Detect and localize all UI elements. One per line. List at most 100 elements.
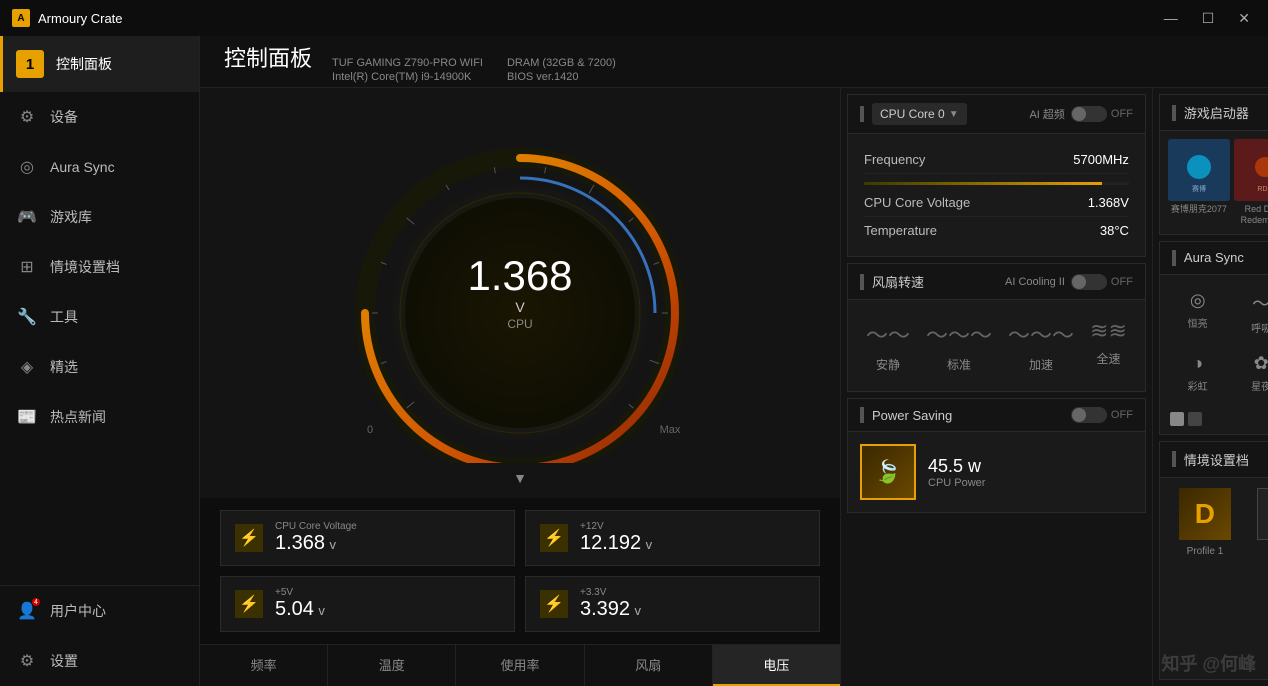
stat-name-3: +3.3V	[580, 587, 805, 598]
tools-icon: 🔧	[16, 306, 38, 328]
fan-toggle[interactable]: OFF	[1071, 274, 1133, 290]
fan-section: 风扇转速 AI Cooling II OFF	[847, 263, 1146, 392]
scroll-down-arrow[interactable]: ▼	[509, 466, 531, 490]
aura-breathing-label: 呼吸	[1251, 320, 1268, 335]
metric-freq-name: Frequency	[864, 152, 925, 167]
profile-add-card[interactable]: +	[1248, 488, 1268, 557]
user-icon: 👤 4	[16, 600, 38, 622]
page-title-area: 控制面板 TUF GAMING Z790-PRO WIFI Intel(R) C…	[224, 41, 616, 83]
aura-section: Aura Sync ◎ 恒亮 〜 呼吸 ◈	[1159, 241, 1268, 435]
sidebar-label-aura: Aura Sync	[50, 159, 115, 175]
inner-content: 0 Max 1.368 V CPU ▼	[200, 88, 1268, 686]
sidebar-item-tools[interactable]: 🔧 工具	[0, 292, 199, 342]
tab-freq[interactable]: 频率	[200, 645, 328, 686]
stats-grid: ⚡ CPU Core Voltage 1.368 v ⚡	[220, 510, 820, 632]
aura-static-icon: ◎	[1190, 290, 1206, 311]
sidebar-item-settings[interactable]: ⚙ 设置	[0, 636, 199, 686]
minimize-button[interactable]: —	[1158, 8, 1184, 29]
tab-fan[interactable]: 风扇	[585, 645, 713, 686]
profile-label-0: Profile 1	[1187, 546, 1224, 557]
stat-value-row-2: 5.04 v	[275, 598, 500, 621]
gauge-center: 1.368 V CPU	[467, 255, 572, 331]
game-card-1[interactable]: RDR Red Dead Redemption	[1234, 139, 1268, 226]
cpu-toggle-track[interactable]	[1071, 106, 1107, 122]
stat-name-2: +5V	[275, 587, 500, 598]
tab-usage[interactable]: 使用率	[456, 645, 584, 686]
sidebar-item-games[interactable]: 🎮 游戏库	[0, 192, 199, 242]
cpu-toggle-knob	[1072, 107, 1086, 121]
profile-icon-0[interactable]: D	[1179, 488, 1231, 540]
stat-lightning-1: ⚡	[540, 524, 568, 552]
device-col-2: DRAM (32GB & 7200) BIOS ver.1420	[507, 57, 616, 83]
aura-marker	[1172, 250, 1176, 266]
profile-add-button[interactable]: +	[1257, 488, 1268, 540]
gauge-container: 0 Max 1.368 V CPU	[330, 123, 710, 463]
sidebar-item-aura[interactable]: ◎ Aura Sync	[0, 142, 199, 192]
profile-title: 情境设置档	[1184, 450, 1249, 469]
stat-val-0: 1.368	[275, 532, 325, 554]
aura-mode-static[interactable]: ◎ 恒亮	[1168, 283, 1228, 342]
metric-freq-val: 5700MHz	[1073, 152, 1129, 167]
tab-voltage[interactable]: 电压	[713, 645, 840, 686]
sidebar-item-dashboard[interactable]: 1 控制面板	[0, 36, 199, 92]
device-col-1: TUF GAMING Z790-PRO WIFI Intel(R) Core(T…	[332, 57, 483, 83]
game-card-0[interactable]: 赛博 赛博朋克2077	[1168, 139, 1230, 226]
fan-mode-turbo[interactable]: 〜〜〜 加速	[1000, 310, 1082, 381]
sidebar-label-tools: 工具	[50, 307, 78, 327]
fan-toggle-track[interactable]	[1071, 274, 1107, 290]
titlebar-controls: — ☐ ✕	[1158, 8, 1256, 29]
profile-card-0[interactable]: D Profile 1	[1170, 488, 1240, 557]
cpu-dropdown[interactable]: CPU Core 0 ▼	[872, 103, 967, 125]
stat-value-row-0: 1.368 v	[275, 532, 500, 555]
cpu-toggle[interactable]: OFF	[1071, 106, 1133, 122]
fan-modes: 〜〜 安静 〜〜〜 标准 〜〜〜 加速 ≋≋ 全	[848, 300, 1145, 391]
close-button[interactable]: ✕	[1232, 8, 1256, 29]
fan-quiet-icon: 〜〜	[866, 318, 910, 350]
game-name-0: 赛博朋克2077	[1168, 204, 1230, 215]
stat-val-3: 3.392	[580, 598, 630, 620]
sidebar: 1 控制面板 ⚙ 设备 ◎ Aura Sync 🎮 游戏库 ⊞ 情境设置档 🔧 …	[0, 36, 200, 686]
sidebar-item-profiles[interactable]: ⊞ 情境设置档	[0, 242, 199, 292]
aura-rainbow-label: 彩虹	[1188, 378, 1208, 393]
stat-card-0: ⚡ CPU Core Voltage 1.368 v	[220, 510, 515, 566]
tab-temp[interactable]: 温度	[328, 645, 456, 686]
aura-dot-1[interactable]	[1188, 412, 1202, 426]
sidebar-item-user-center[interactable]: 👤 4 用户中心	[0, 586, 199, 636]
sidebar-label-games: 游戏库	[50, 207, 92, 227]
power-toggle-track[interactable]	[1071, 407, 1107, 423]
svg-text:RDR: RDR	[1257, 186, 1268, 193]
power-section: Power Saving OFF 🍃 45.5 w	[847, 398, 1146, 513]
device-info: TUF GAMING Z790-PRO WIFI Intel(R) Core(T…	[332, 57, 616, 83]
cpu-badge: AI 超频 OFF	[1029, 106, 1132, 122]
devices-icon: ⚙	[16, 106, 38, 128]
sidebar-item-news[interactable]: 📰 热点新闻	[0, 392, 199, 442]
cpu-section: CPU Core 0 ▼ AI 超频 OFF	[847, 94, 1146, 257]
fan-quiet-label: 安静	[876, 356, 900, 373]
cpu-badge-label: AI 超频	[1029, 106, 1064, 122]
sidebar-label-picks: 精选	[50, 357, 78, 377]
fan-mode-full[interactable]: ≋≋ 全速	[1082, 310, 1135, 381]
power-marker	[860, 407, 864, 423]
fan-mode-quiet[interactable]: 〜〜 安静	[858, 310, 918, 381]
aura-static-label: 恒亮	[1188, 315, 1208, 330]
device-name: TUF GAMING Z790-PRO WIFI	[332, 57, 483, 69]
fan-standard-icon: 〜〜〜	[926, 318, 992, 350]
settings-icon: ⚙	[16, 650, 38, 672]
aura-mode-starry[interactable]: ✿ 星夜	[1231, 346, 1268, 400]
sidebar-label-dashboard: 控制面板	[56, 54, 112, 74]
power-icon: 🍃	[860, 444, 916, 500]
sidebar-item-picks[interactable]: ◈ 精选	[0, 342, 199, 392]
aura-mode-breathing[interactable]: 〜 呼吸	[1231, 283, 1268, 342]
stat-info-1: +12V 12.192 v	[580, 521, 805, 555]
power-toggle[interactable]: OFF	[1071, 407, 1133, 423]
stat-value-row-1: 12.192 v	[580, 532, 805, 555]
aura-dot-0[interactable]	[1170, 412, 1184, 426]
aura-mode-rainbow[interactable]: ◑ 彩虹	[1168, 346, 1228, 400]
fan-badge-label: AI Cooling II	[1005, 276, 1065, 288]
aura-starry-icon: ✿	[1254, 353, 1268, 374]
sidebar-item-devices[interactable]: ⚙ 设备	[0, 92, 199, 142]
game-section: 游戏启动器 赛博 赛博朋克2077	[1159, 94, 1268, 235]
fan-mode-standard[interactable]: 〜〜〜 标准	[918, 310, 1000, 381]
stat-lightning-3: ⚡	[540, 590, 568, 618]
maximize-button[interactable]: ☐	[1196, 8, 1221, 29]
